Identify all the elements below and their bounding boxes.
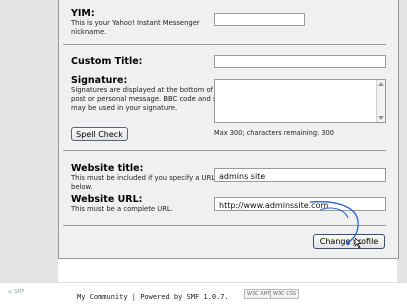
mouse-pointer-icon bbox=[355, 238, 362, 248]
signature-textarea[interactable] bbox=[214, 79, 386, 123]
logo-icon: ◎ SMF bbox=[8, 289, 25, 295]
signature-scrollbar[interactable] bbox=[376, 80, 385, 122]
scroll-up-arrow-icon[interactable] bbox=[378, 82, 384, 86]
website-title-description: This must be included if you specify a U… bbox=[71, 174, 216, 191]
spell-check-button[interactable]: Spell Check bbox=[71, 127, 128, 141]
signature-text bbox=[215, 80, 385, 86]
website-title-input[interactable]: admins site bbox=[214, 168, 386, 182]
yim-label: YIM: bbox=[71, 8, 95, 19]
website-url-description: This must be a complete URL. bbox=[71, 205, 173, 213]
section-divider bbox=[63, 44, 386, 45]
signature-label: Signature: bbox=[71, 75, 128, 86]
yim-description: This is your Yahoo! Instant Messenger ni… bbox=[71, 19, 200, 36]
yim-input[interactable] bbox=[214, 13, 305, 26]
custom-title-label: Custom Title: bbox=[71, 56, 143, 67]
website-title-label: Website title: bbox=[71, 163, 144, 174]
signature-limit-text: Max 300; characters remaining: 300 bbox=[214, 129, 334, 137]
footer-text: My Community | Powered by SMF 1.0.7. bbox=[77, 293, 229, 301]
custom-title-input[interactable] bbox=[214, 55, 386, 68]
section-divider bbox=[63, 150, 386, 151]
scroll-down-arrow-icon[interactable] bbox=[378, 116, 384, 120]
website-url-label: Website URL: bbox=[71, 194, 143, 205]
left-gutter bbox=[0, 0, 58, 282]
w3c-css-badge-icon[interactable]: W3C CSS bbox=[270, 289, 300, 299]
